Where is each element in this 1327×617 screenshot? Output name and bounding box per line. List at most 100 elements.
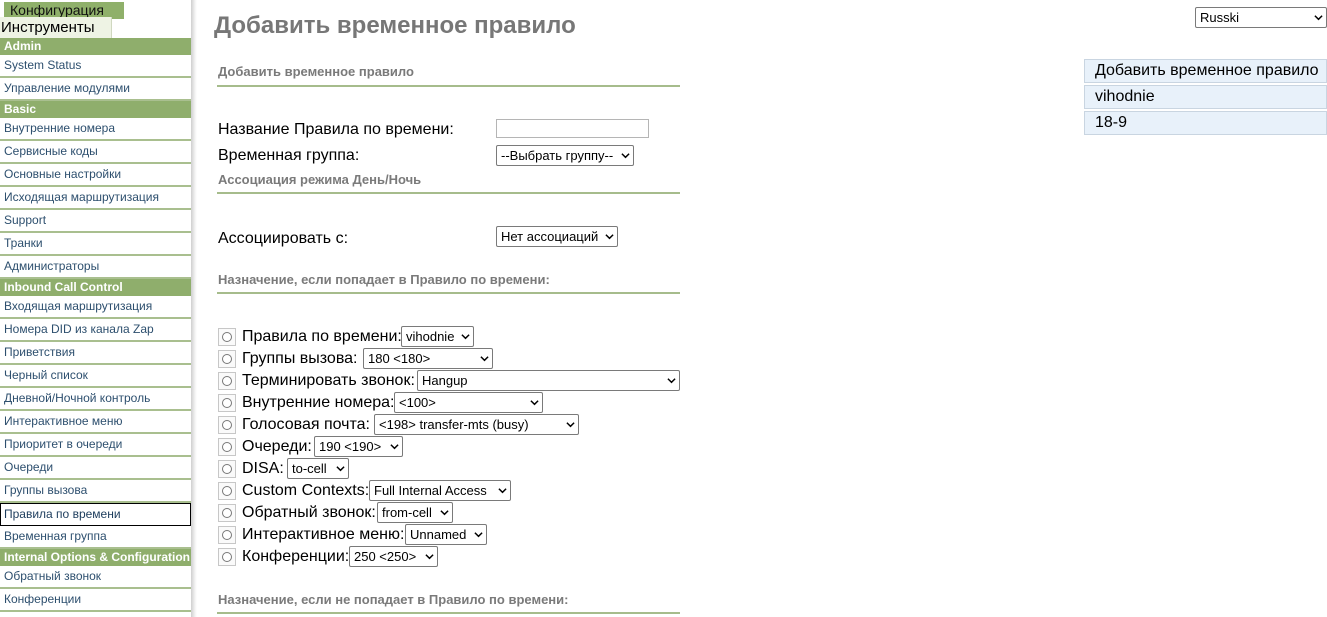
destination-select-conferences[interactable]: 250 <250> <box>349 546 438 567</box>
destination-label: Группы вызова: <box>242 350 358 367</box>
sidebar-item-ring-groups[interactable]: Группы вызова <box>0 480 191 503</box>
chevron-down-icon <box>390 444 399 450</box>
sidebar-item-zap-did[interactable]: Номера DID из канала Zap <box>0 319 191 342</box>
sidebar-item-general-settings[interactable]: Основные настройки <box>0 164 191 187</box>
language-select[interactable]: Russki <box>1195 7 1327 28</box>
sidebar-item-time-conditions[interactable]: Правила по времени <box>0 503 191 526</box>
rule-link-18-9[interactable]: 18-9 <box>1084 111 1327 135</box>
select-value: Hangup <box>422 373 468 388</box>
section-title-destination-no-match: Назначение, если не попадает в Правило п… <box>218 592 569 607</box>
section-title-destination-match: Назначение, если попадает в Правило по в… <box>218 272 550 287</box>
sidebar-item-trunks[interactable]: Транки <box>0 233 191 256</box>
sidebar-item-extensions[interactable]: Внутренние номера <box>0 118 191 141</box>
radio-button-icon[interactable] <box>218 372 236 390</box>
associate-select[interactable]: Нет ассоциаций <box>496 226 618 247</box>
tab-tools[interactable]: Инструменты <box>0 17 112 38</box>
divider <box>217 85 680 87</box>
radio-button-icon[interactable] <box>218 438 236 456</box>
sidebar-item-callback[interactable]: Обратный звонок <box>0 566 191 589</box>
time-group-select[interactable]: --Выбрать группу-- <box>496 145 634 166</box>
chevron-down-icon <box>566 422 575 428</box>
sidebar-item-module-admin[interactable]: Управление модулями <box>0 78 191 101</box>
divider <box>217 192 680 194</box>
sidebar-section-internal: Internal Options & Configuration <box>0 549 191 566</box>
sidebar-item-feature-codes[interactable]: Сервисные коды <box>0 141 191 164</box>
chevron-down-icon <box>621 153 630 159</box>
destination-label: Внутренние номера: <box>242 394 395 411</box>
destination-label: Custom Contexts: <box>242 482 370 499</box>
select-value: vihodnie <box>406 329 455 344</box>
destination-select-terminate-call[interactable]: Hangup <box>417 370 680 391</box>
page-title: Добавить временное правило <box>214 12 576 39</box>
radio-button-icon[interactable] <box>218 394 236 412</box>
sidebar-shadow <box>191 0 197 617</box>
radio-button-icon[interactable] <box>218 548 236 566</box>
chevron-down-icon <box>480 356 489 362</box>
radio-button-icon[interactable] <box>218 504 236 522</box>
destination-select-callback[interactable]: from-cell <box>377 502 453 523</box>
section-title-day-night: Ассоциация режима День/Ночь <box>218 172 422 187</box>
sidebar-item-administrators[interactable]: Администраторы <box>0 256 191 279</box>
destination-select-queues[interactable]: 190 <190> <box>314 436 403 457</box>
destination-select-disa[interactable]: to-cell <box>287 458 349 479</box>
destination-label: Терминировать звонок: <box>242 372 415 389</box>
radio-button-icon[interactable] <box>218 416 236 434</box>
destination-label: Конференции: <box>242 548 350 565</box>
chevron-down-icon <box>498 488 507 494</box>
associate-select-value: Нет ассоциаций <box>501 229 599 244</box>
select-value: Full Internal Access <box>374 483 487 498</box>
destination-label: Правила по времени: <box>242 328 402 345</box>
chevron-down-icon <box>425 554 434 560</box>
chevron-down-icon <box>530 400 539 406</box>
destination-label: Интерактивное меню: <box>242 526 405 543</box>
radio-button-icon[interactable] <box>218 482 236 500</box>
time-group-label: Временная группа: <box>218 147 360 164</box>
select-value: to-cell <box>292 461 327 476</box>
sidebar-menu: Admin System Status Управление модулями … <box>0 38 191 612</box>
select-value: 190 <190> <box>319 439 382 454</box>
sidebar-item-conferences[interactable]: Конференции <box>0 589 191 612</box>
sidebar-item-system-status[interactable]: System Status <box>0 55 191 78</box>
rule-name-label: Название Правила по времени: <box>218 121 454 138</box>
destination-select-custom-contexts[interactable]: Full Internal Access <box>369 480 511 501</box>
sidebar-item-queues[interactable]: Очереди <box>0 457 191 480</box>
destination-label: Голосовая почта: <box>242 416 370 433</box>
radio-button-icon[interactable] <box>218 460 236 478</box>
sidebar-item-inbound-routes[interactable]: Входящая маршрутизация <box>0 296 191 319</box>
sidebar-item-outbound-routes[interactable]: Исходящая маршрутизация <box>0 187 191 210</box>
associate-label: Ассоциировать с: <box>218 230 349 247</box>
time-group-select-value: --Выбрать группу-- <box>501 148 614 163</box>
rule-link-add[interactable]: Добавить временное правило <box>1084 59 1327 83</box>
destination-select-ivr[interactable]: Unnamed <box>405 524 487 545</box>
sidebar-item-ivr[interactable]: Интерактивное меню <box>0 411 191 434</box>
language-select-value: Russki <box>1200 10 1240 25</box>
sidebar: Конфигурация Инструменты Admin System St… <box>0 0 197 617</box>
sidebar-item-day-night[interactable]: Дневной/Ночной контроль <box>0 388 191 411</box>
chevron-down-icon <box>667 378 676 384</box>
destination-select-ring-groups[interactable]: 180 <180> <box>363 348 493 369</box>
destination-select-time-conditions[interactable]: vihodnie <box>401 326 474 347</box>
radio-button-icon[interactable] <box>218 350 236 368</box>
sidebar-section-basic: Basic <box>0 101 191 118</box>
sidebar-section-inbound: Inbound Call Control <box>0 279 191 296</box>
select-value: from-cell <box>382 505 432 520</box>
select-value: 180 <180> <box>368 351 431 366</box>
sidebar-item-announcements[interactable]: Приветствия <box>0 342 191 365</box>
sidebar-item-time-groups[interactable]: Временная группа <box>0 526 191 549</box>
destination-select-voicemail[interactable]: <198> transfer-mts (busy) <box>374 414 579 435</box>
destination-select-extensions[interactable]: <100> <box>394 392 543 413</box>
destination-label: DISA: <box>242 460 284 477</box>
destination-label: Обратный звонок: <box>242 504 376 521</box>
rule-link-vihodnie[interactable]: vihodnie <box>1084 85 1327 109</box>
sidebar-item-support[interactable]: Support <box>0 210 191 233</box>
sidebar-item-queue-priority[interactable]: Приоритет в очереди <box>0 434 191 457</box>
section-title-add-rule: Добавить временное правило <box>218 64 414 79</box>
destination-label: Очереди: <box>242 438 312 455</box>
chevron-down-icon <box>1314 15 1323 21</box>
radio-button-icon[interactable] <box>218 526 236 544</box>
select-value: 250 <250> <box>354 549 417 564</box>
radio-button-icon[interactable] <box>218 328 236 346</box>
rule-name-input[interactable] <box>496 119 649 138</box>
chevron-down-icon <box>474 532 483 538</box>
sidebar-item-blacklist[interactable]: Черный список <box>0 365 191 388</box>
